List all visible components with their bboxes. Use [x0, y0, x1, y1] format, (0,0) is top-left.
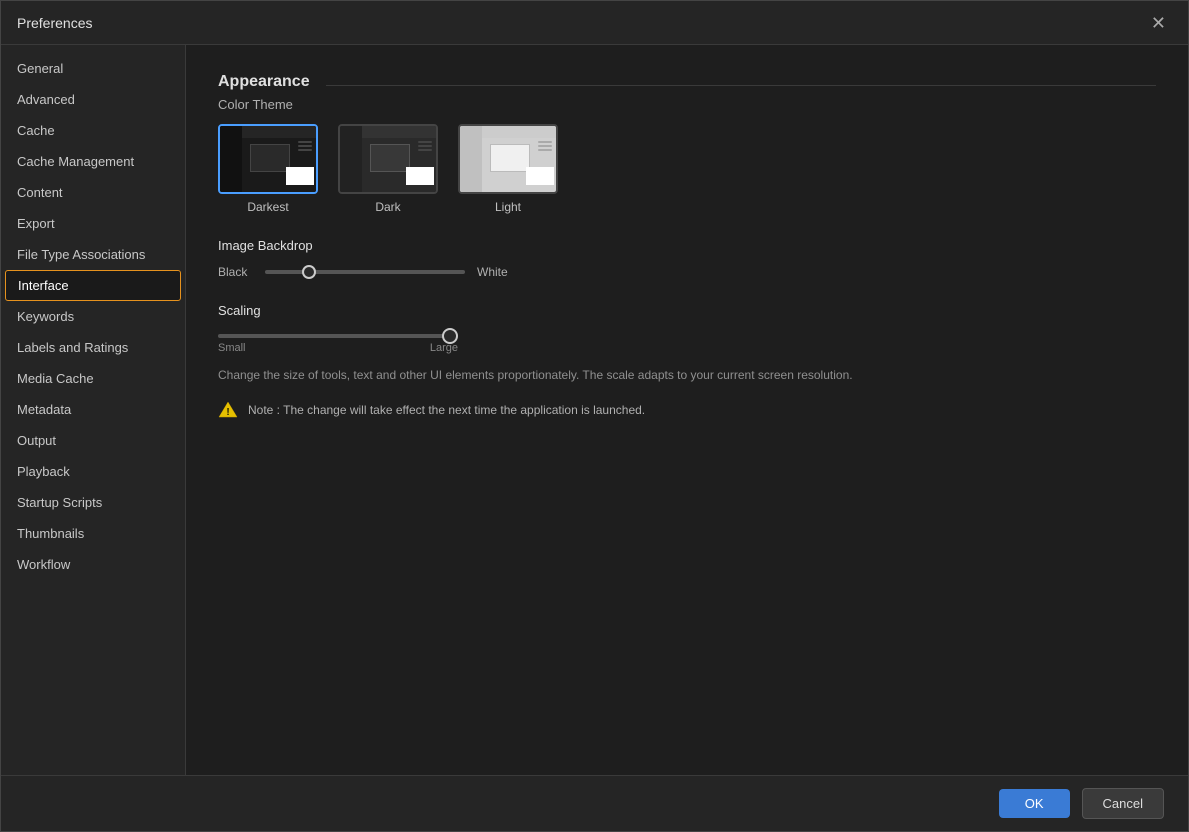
scaling-section: Scaling Small Large Change the size of t… — [218, 303, 1156, 420]
theme-preview-dark — [338, 124, 438, 194]
svg-text:!: ! — [226, 407, 229, 418]
scale-label-large: Large — [430, 342, 458, 354]
sidebar-item-metadata[interactable]: Metadata — [1, 394, 185, 425]
scale-label-small: Small — [218, 342, 246, 354]
theme-label-light: Light — [495, 200, 521, 214]
warning-icon: ! — [218, 400, 238, 420]
sidebar-item-content[interactable]: Content — [1, 177, 185, 208]
theme-preview-light — [458, 124, 558, 194]
sidebar-item-export[interactable]: Export — [1, 208, 185, 239]
note-box: ! Note : The change will take effect the… — [218, 400, 1156, 420]
ok-button[interactable]: OK — [999, 789, 1070, 818]
dialog-footer: OK Cancel — [1, 775, 1188, 831]
backdrop-right-label: White — [477, 265, 512, 279]
theme-options: Darkest — [218, 124, 1156, 214]
close-button[interactable]: ✕ — [1145, 12, 1172, 34]
main-content: Appearance Color Theme — [186, 45, 1188, 775]
sidebar-item-startup-scripts[interactable]: Startup Scripts — [1, 487, 185, 518]
scaling-label: Scaling — [218, 303, 1156, 318]
sidebar-item-keywords[interactable]: Keywords — [1, 301, 185, 332]
sidebar-item-thumbnails[interactable]: Thumbnails — [1, 518, 185, 549]
theme-light[interactable]: Light — [458, 124, 558, 214]
sidebar-item-cache[interactable]: Cache — [1, 115, 185, 146]
theme-dark[interactable]: Dark — [338, 124, 438, 214]
cancel-button[interactable]: Cancel — [1082, 788, 1164, 819]
sidebar-item-media-cache[interactable]: Media Cache — [1, 363, 185, 394]
scaling-description: Change the size of tools, text and other… — [218, 366, 958, 384]
theme-label-dark: Dark — [375, 200, 400, 214]
image-backdrop-section: Image Backdrop Black White — [218, 238, 1156, 279]
title-bar: Preferences ✕ — [1, 1, 1188, 45]
scale-slider-container: Small Large — [218, 334, 1156, 354]
preferences-dialog: Preferences ✕ General Advanced Cache Cac… — [0, 0, 1189, 832]
scale-slider[interactable] — [218, 334, 458, 338]
dialog-title: Preferences — [17, 15, 92, 31]
note-text: Note : The change will take effect the n… — [248, 403, 645, 417]
sidebar-item-interface[interactable]: Interface — [5, 270, 181, 301]
theme-preview-darkest — [218, 124, 318, 194]
image-backdrop-label: Image Backdrop — [218, 238, 1156, 253]
sidebar-item-output[interactable]: Output — [1, 425, 185, 456]
theme-label-darkest: Darkest — [247, 200, 288, 214]
backdrop-left-label: Black — [218, 265, 253, 279]
sidebar-item-cache-management[interactable]: Cache Management — [1, 146, 185, 177]
sidebar-item-advanced[interactable]: Advanced — [1, 84, 185, 115]
backdrop-slider-row: Black White — [218, 265, 1156, 279]
color-theme-label: Color Theme — [218, 97, 1156, 112]
backdrop-slider[interactable] — [265, 270, 465, 274]
scale-slider-row — [218, 334, 1156, 338]
sidebar-item-labels-and-ratings[interactable]: Labels and Ratings — [1, 332, 185, 363]
section-title: Appearance — [218, 73, 310, 91]
sidebar-item-file-type-associations[interactable]: File Type Associations — [1, 239, 185, 270]
sidebar: General Advanced Cache Cache Management … — [1, 45, 186, 775]
sidebar-item-playback[interactable]: Playback — [1, 456, 185, 487]
sidebar-item-workflow[interactable]: Workflow — [1, 549, 185, 580]
sidebar-item-general[interactable]: General — [1, 53, 185, 84]
dialog-body: General Advanced Cache Cache Management … — [1, 45, 1188, 775]
theme-darkest[interactable]: Darkest — [218, 124, 318, 214]
